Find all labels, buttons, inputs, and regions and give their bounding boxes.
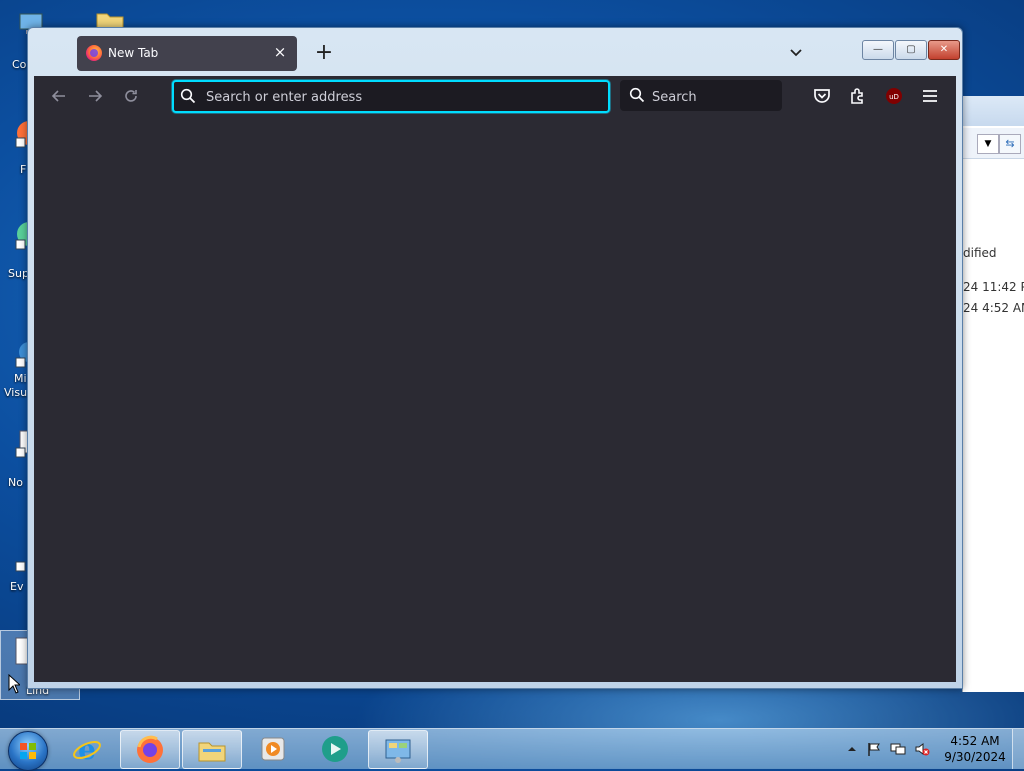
desktop-label-support: Sup — [8, 267, 29, 280]
firefox-icon — [137, 735, 163, 763]
new-tab-button[interactable]: + — [312, 42, 336, 66]
minimize-button[interactable]: — — [862, 40, 894, 60]
control-panel-icon — [385, 739, 411, 763]
background-window-titlebar[interactable] — [963, 96, 1024, 126]
desktop-label-visual: Visu — [4, 386, 28, 399]
clock-time: 4:52 AM — [950, 734, 1000, 748]
close-tab-icon[interactable]: × — [271, 43, 289, 61]
taskbar: e 4:52 AM 9/30/2024 — [0, 728, 1024, 771]
tab-strip: New Tab × + — ▢ ✕ — [34, 36, 960, 76]
back-arrow-icon[interactable] — [46, 83, 72, 109]
firefox-favicon-icon — [86, 45, 102, 61]
file-row-modified[interactable]: 24 11:42 PM — [963, 280, 1024, 294]
address-bar[interactable] — [172, 80, 610, 113]
address-dropdown-button[interactable]: ▼ — [977, 134, 999, 154]
svg-text:e: e — [78, 734, 96, 764]
tab-title: New Tab — [108, 46, 159, 60]
extensions-puzzle-icon[interactable] — [846, 84, 870, 108]
refresh-button[interactable]: ⇆ — [999, 134, 1021, 154]
search-input[interactable] — [650, 86, 774, 108]
list-all-tabs-chevron-icon[interactable] — [786, 44, 806, 64]
teal-app-icon — [322, 736, 348, 762]
search-icon — [180, 88, 196, 104]
folder-icon — [198, 742, 226, 762]
windows-logo-icon — [20, 743, 36, 759]
ublock-origin-icon[interactable]: uD — [882, 84, 906, 108]
network-icon[interactable] — [890, 741, 906, 757]
hamburger-menu-icon[interactable] — [918, 84, 942, 108]
desktop-label-event: Ev — [10, 580, 24, 593]
navigation-toolbar: uD — [34, 76, 956, 116]
taskbar-internet-explorer[interactable]: e — [58, 730, 116, 767]
media-player-icon — [261, 737, 285, 761]
column-header-date-modified[interactable]: dified — [963, 246, 997, 260]
internet-explorer-icon: e — [73, 734, 101, 764]
volume-muted-icon[interactable] — [914, 741, 930, 757]
url-input[interactable] — [204, 86, 588, 108]
maximize-button[interactable]: ▢ — [895, 40, 927, 60]
file-row-modified[interactable]: 24 4:52 AM — [963, 301, 1024, 315]
forward-arrow-icon[interactable] — [82, 83, 108, 109]
taskbar-media-player[interactable] — [244, 730, 302, 767]
pocket-icon[interactable] — [810, 84, 834, 108]
taskbar-teal-app[interactable] — [306, 730, 364, 767]
start-button[interactable] — [8, 731, 48, 771]
taskbar-file-explorer[interactable] — [182, 730, 242, 769]
action-center-flag-icon[interactable] — [866, 741, 882, 757]
search-bar[interactable] — [620, 80, 782, 111]
background-explorer-window[interactable]: ▼ ⇆ dified 24 11:42 PM 24 4:52 AM — [962, 96, 1024, 692]
desktop-label-firefox: F — [20, 163, 27, 176]
clock-date: 9/30/2024 — [944, 750, 1006, 764]
mouse-cursor-icon — [8, 674, 20, 694]
taskbar-firefox[interactable] — [120, 730, 180, 769]
desktop-label-computer: Co — [12, 58, 27, 71]
show-desktop-button[interactable] — [1012, 729, 1024, 769]
taskbar-clock[interactable]: 4:52 AM 9/30/2024 — [940, 733, 1010, 765]
firefox-window[interactable]: New Tab × + — ▢ ✕ Search or enter addres… — [27, 27, 963, 689]
page-content-area[interactable] — [34, 116, 956, 682]
tab-new-tab[interactable]: New Tab × — [77, 36, 297, 71]
desktop-label-notepad: No — [8, 476, 23, 489]
show-hidden-icons-arrow-icon[interactable] — [844, 741, 860, 757]
ublock-badge-text: uD — [889, 93, 899, 101]
reload-icon[interactable] — [118, 83, 144, 109]
search-icon — [629, 87, 645, 103]
close-window-button[interactable]: ✕ — [928, 40, 960, 60]
desktop-label-ms: Mi — [14, 372, 27, 385]
taskbar-control-panel[interactable] — [368, 730, 428, 769]
